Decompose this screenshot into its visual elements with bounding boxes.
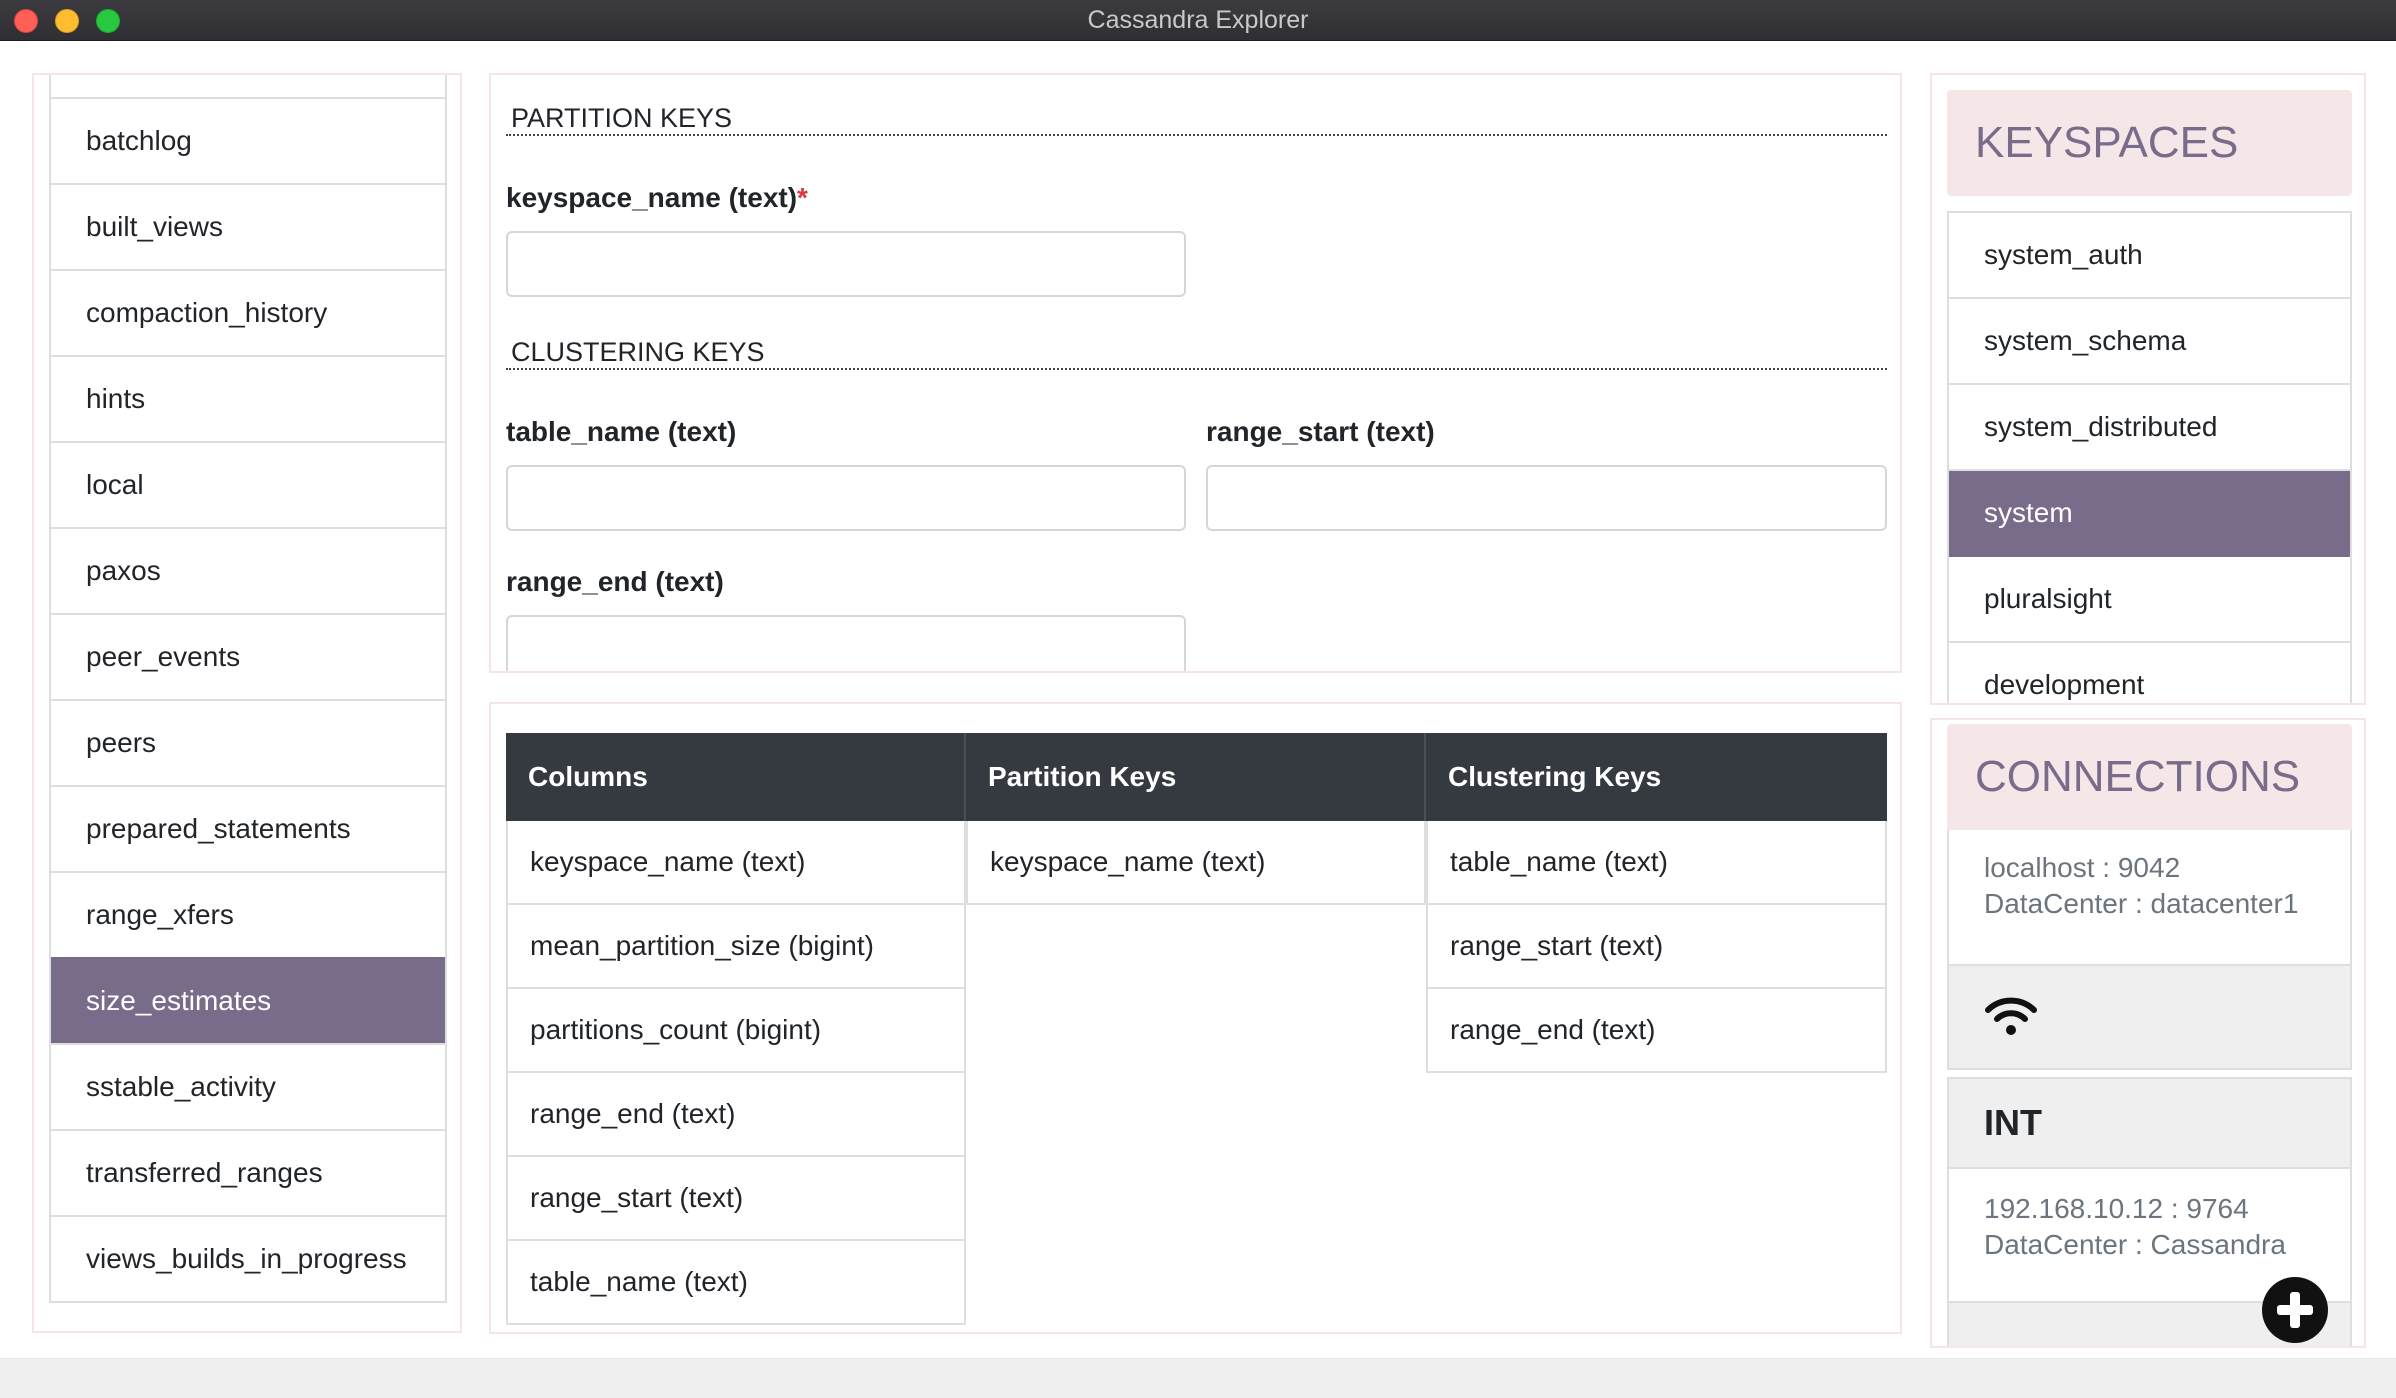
- keyspace-item-development[interactable]: development: [1949, 643, 2350, 703]
- range-end-input[interactable]: [506, 615, 1186, 671]
- columns-header: Columns: [506, 733, 966, 821]
- connection-status-bar: [1949, 964, 2350, 1068]
- clustering-keys-column: Clustering Keys table_name (text) range_…: [1426, 733, 1887, 1073]
- columns-column: Columns keyspace_name (text) mean_partit…: [506, 733, 966, 1325]
- keyspace-item-pluralsight[interactable]: pluralsight: [1949, 557, 2350, 643]
- required-marker: *: [797, 182, 808, 213]
- table-item-batches[interactable]: batches: [51, 75, 445, 97]
- query-form-panel: PARTITION KEYS keyspace_name (text)* CLU…: [489, 73, 1902, 673]
- range-end-label: range_end (text): [506, 566, 724, 597]
- connection-host: 192.168.10.12 : 9764: [1984, 1193, 2249, 1224]
- table-item-views-builds-in-progress[interactable]: views_builds_in_progress: [51, 1215, 445, 1301]
- table-item-transferred-ranges[interactable]: transferred_ranges: [51, 1129, 445, 1215]
- connections-panel: CONNECTIONS localhost : 9042 DataCenter …: [1930, 718, 2366, 1348]
- table-item-paxos[interactable]: paxos: [51, 527, 445, 613]
- partition-keys-heading: PARTITION KEYS: [506, 103, 1887, 136]
- table-item-hints[interactable]: hints: [51, 355, 445, 441]
- keyspace-name-label-text: keyspace_name (text): [506, 182, 798, 213]
- add-connection-button[interactable]: [2262, 1277, 2328, 1343]
- table-item-peers[interactable]: peers: [51, 699, 445, 785]
- table-name-input[interactable]: [506, 465, 1186, 531]
- table-row: keyspace_name (text): [966, 821, 1426, 905]
- table-item-batchlog[interactable]: batchlog: [51, 97, 445, 183]
- connection-datacenter: DataCenter : Cassandra: [1984, 1229, 2286, 1260]
- range-start-label: range_start (text): [1206, 416, 1435, 447]
- table-item-peer-events[interactable]: peer_events: [51, 613, 445, 699]
- keyspace-item-system-distributed[interactable]: system_distributed: [1949, 385, 2350, 471]
- table-item-compaction-history[interactable]: compaction_history: [51, 269, 445, 355]
- table-row: keyspace_name (text): [506, 821, 966, 905]
- keyspace-name-input[interactable]: [506, 231, 1186, 297]
- connection-datacenter: DataCenter : datacenter1: [1984, 888, 2299, 919]
- connection-card-localhost[interactable]: localhost : 9042 DataCenter : datacenter…: [1947, 830, 2352, 1070]
- partition-keys-header: Partition Keys: [966, 733, 1426, 821]
- tables-panel: batches batchlog built_views compaction_…: [32, 73, 462, 1333]
- table-item-prepared-statements[interactable]: prepared_statements: [51, 785, 445, 871]
- table-item-built-views[interactable]: built_views: [51, 183, 445, 269]
- tables-list: batches batchlog built_views compaction_…: [49, 75, 447, 1303]
- table-item-range-xfers[interactable]: range_xfers: [51, 871, 445, 957]
- window-title: Cassandra Explorer: [1087, 6, 1309, 34]
- table-name-label: table_name (text): [506, 416, 737, 447]
- keyspaces-panel: KEYSPACES system_auth system_schema syst…: [1930, 73, 2366, 705]
- clustering-keys-heading: CLUSTERING KEYS: [506, 337, 1887, 370]
- range-start-input[interactable]: [1206, 465, 1887, 531]
- clustering-keys-header: Clustering Keys: [1426, 733, 1887, 821]
- table-row: range_start (text): [1426, 905, 1887, 989]
- table-item-local[interactable]: local: [51, 441, 445, 527]
- table-row: range_end (text): [506, 1073, 966, 1157]
- connection-name: INT: [1984, 1102, 2042, 1143]
- keyspace-item-system-schema[interactable]: system_schema: [1949, 299, 2350, 385]
- window-bottom-strip: [0, 1358, 2396, 1398]
- table-item-size-estimates[interactable]: size_estimates: [51, 957, 445, 1043]
- keyspaces-heading: KEYSPACES: [1947, 90, 2352, 196]
- connection-host: localhost : 9042: [1984, 852, 2181, 883]
- connection-name-bar: INT: [1949, 1079, 2350, 1167]
- table-row: table_name (text): [506, 1241, 966, 1325]
- table-row: range_start (text): [506, 1157, 966, 1241]
- connections-heading: CONNECTIONS: [1947, 724, 2352, 830]
- window-titlebar: Cassandra Explorer: [0, 0, 2396, 41]
- table-item-sstable-activity[interactable]: sstable_activity: [51, 1043, 445, 1129]
- table-row: range_end (text): [1426, 989, 1887, 1073]
- table-row: partitions_count (bigint): [506, 989, 966, 1073]
- partition-keys-column: Partition Keys keyspace_name (text): [966, 733, 1426, 905]
- schema-table-panel: Columns keyspace_name (text) mean_partit…: [489, 702, 1902, 1334]
- wifi-icon: [1985, 997, 2037, 1035]
- keyspace-item-system-auth[interactable]: system_auth: [1949, 213, 2350, 299]
- keyspaces-list: system_auth system_schema system_distrib…: [1947, 211, 2352, 703]
- table-row: mean_partition_size (bigint): [506, 905, 966, 989]
- keyspace-name-label: keyspace_name (text)*: [506, 182, 808, 214]
- keyspace-item-system[interactable]: system: [1949, 471, 2350, 557]
- table-row: table_name (text): [1426, 821, 1887, 905]
